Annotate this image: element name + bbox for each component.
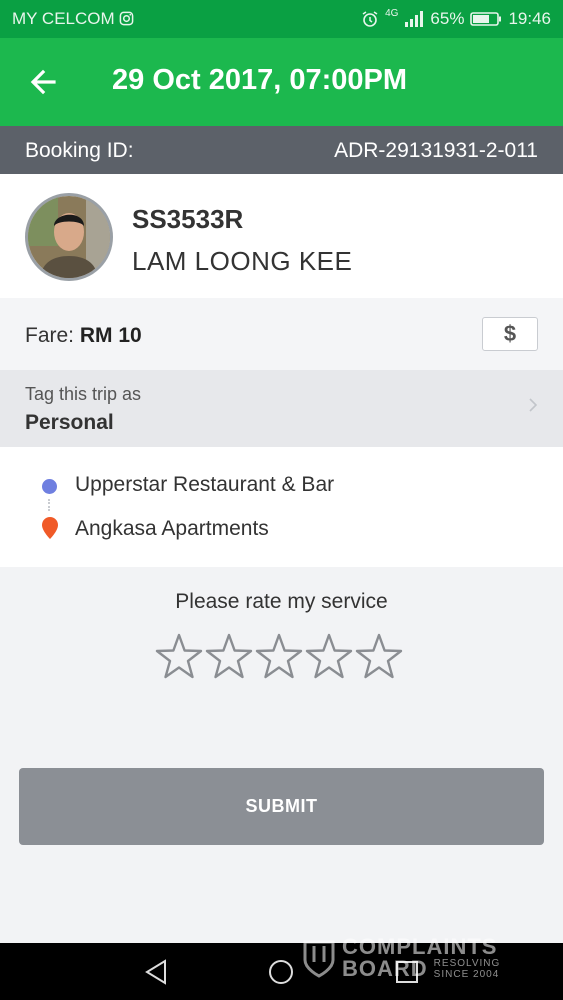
trip-tag-hint: Tag this trip as (25, 384, 142, 404)
watermark-tag-top: RESOLVING (433, 958, 501, 969)
back-button[interactable] (22, 62, 66, 102)
fare-amount: RM 10 (79, 324, 142, 347)
route-section: Upperstar Restaurant & Bar Angkasa Apart… (0, 447, 563, 567)
watermark-brand-bottom: BOARD (342, 956, 428, 981)
trip-tag-value: Personal (25, 411, 114, 434)
nav-back-button[interactable] (142, 957, 172, 987)
submit-button[interactable]: SUBMIT (19, 768, 544, 845)
dollar-icon: $ (503, 321, 517, 346)
battery-percent: 65% (430, 9, 465, 28)
booking-id-label: Booking ID: (25, 139, 134, 162)
page-title: 29 Oct 2017, 07:00PM (112, 64, 408, 96)
dropoff-location: Angkasa Apartments (75, 517, 269, 540)
star-3-icon[interactable] (255, 632, 303, 682)
route-connector (48, 499, 53, 511)
chevron-right-icon (529, 398, 538, 417)
status-icons: 4G 65% 19:46 (361, 7, 551, 29)
star-4-icon[interactable] (305, 632, 353, 682)
watermark-brand-top: COMPLAINTS (342, 934, 498, 959)
driver-card: SS3533R LAM LOONG KEE (0, 174, 563, 298)
star-rating (155, 632, 403, 682)
driver-name: LAM LOONG KEE (132, 246, 353, 276)
shield-logo-icon (303, 940, 335, 978)
map-pin-icon (42, 517, 58, 539)
star-1-icon[interactable] (155, 632, 203, 682)
pickup-location: Upperstar Restaurant & Bar (75, 473, 335, 496)
driver-avatar (25, 193, 113, 281)
star-5-icon[interactable] (355, 632, 403, 682)
battery-icon (470, 12, 502, 26)
signal-icon (405, 11, 424, 27)
app-bar: 29 Oct 2017, 07:00PM (0, 38, 563, 126)
trip-tag-selector[interactable]: Tag this trip as Personal (0, 370, 563, 447)
network-type: 4G (385, 7, 399, 19)
clock: 19:46 (508, 9, 551, 28)
alarm-icon (362, 11, 378, 27)
watermark-tag-bottom: SINCE 2004 (433, 969, 500, 980)
booking-id-bar: Booking ID: ADR-29131931-2-011 (0, 126, 563, 174)
instagram-icon (120, 11, 134, 26)
pickup-dot-icon (42, 479, 57, 494)
fare-text: Fare: RM 10 (25, 324, 142, 348)
nav-home-button[interactable] (266, 957, 296, 987)
circle-home-icon (269, 960, 293, 984)
booking-id-value: ADR-29131931-2-011 (334, 139, 538, 162)
triangle-back-icon (145, 959, 166, 985)
star-2-icon[interactable] (205, 632, 253, 682)
watermark: COMPLAINTS BOARD RESOLVING SINCE 2004 (302, 936, 500, 980)
fare-label: Fare: (25, 324, 75, 347)
fare-details-button[interactable]: $ (482, 317, 538, 351)
fare-row: Fare: RM 10 $ (0, 298, 563, 370)
status-bar: MY CELCOM 4G 65% 19:46 (0, 0, 563, 38)
rating-prompt: Please rate my service (175, 590, 388, 613)
watermark-text: COMPLAINTS BOARD RESOLVING SINCE 2004 (342, 934, 501, 981)
vehicle-plate: SS3533R (132, 204, 244, 234)
carrier-name: MY CELCOM (12, 9, 134, 29)
arrow-left-icon (30, 69, 56, 95)
